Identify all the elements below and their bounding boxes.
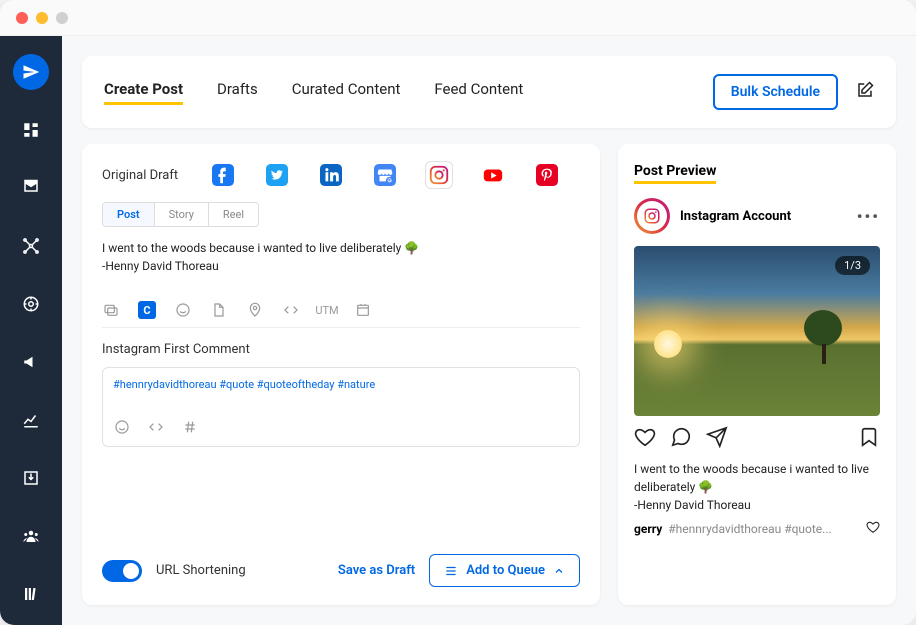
nav-inbox-icon[interactable] (13, 460, 49, 496)
nav-team-icon[interactable] (13, 518, 49, 554)
comment-text: #hennrydavidthoreau #quote... (668, 522, 860, 536)
tree-graphic (804, 310, 844, 360)
instagram-icon[interactable] (426, 162, 452, 188)
sun-graphic (654, 330, 682, 358)
linkedin-icon[interactable] (318, 162, 344, 188)
document-icon[interactable] (210, 301, 228, 319)
post-type-reel[interactable]: Reel (209, 203, 258, 226)
post-type-story[interactable]: Story (155, 203, 209, 226)
tab-curated-content[interactable]: Curated Content (292, 80, 401, 105)
emoji-icon[interactable] (174, 301, 192, 319)
canva-icon[interactable]: C (138, 301, 156, 319)
preview-title: Post Preview (634, 163, 716, 184)
post-type-tabs: Post Story Reel (102, 202, 259, 227)
calendar-icon[interactable] (354, 301, 372, 319)
nav-network-icon[interactable] (13, 228, 49, 264)
add-to-queue-label: Add to Queue (466, 563, 545, 578)
twitter-icon[interactable] (264, 162, 290, 188)
bulk-schedule-button[interactable]: Bulk Schedule (713, 74, 838, 110)
window-titlebar (0, 0, 916, 36)
gmb-icon[interactable] (372, 162, 398, 188)
like-icon[interactable] (634, 426, 656, 452)
post-type-post[interactable]: Post (103, 203, 155, 226)
sidebar (0, 36, 62, 625)
platform-label: Original Draft (102, 168, 178, 183)
nav-support-icon[interactable] (13, 286, 49, 322)
instagram-avatar (634, 198, 670, 234)
nav-analytics-icon[interactable] (13, 402, 49, 438)
nav-campaigns-icon[interactable] (13, 170, 49, 206)
post-text-input[interactable] (102, 233, 580, 293)
comment-like-icon[interactable] (866, 520, 880, 537)
nav-compose-icon[interactable] (13, 54, 49, 90)
close-window-icon[interactable] (16, 12, 28, 24)
youtube-icon[interactable] (480, 162, 506, 188)
code-icon[interactable] (282, 301, 300, 319)
nav-megaphone-icon[interactable] (13, 344, 49, 380)
facebook-icon[interactable] (210, 162, 236, 188)
tab-feed-content[interactable]: Feed Content (434, 80, 523, 105)
more-icon[interactable]: ••• (857, 207, 880, 226)
tab-drafts[interactable]: Drafts (217, 80, 258, 105)
account-name: Instagram Account (680, 209, 847, 224)
comment-emoji-icon[interactable] (113, 418, 131, 436)
save-icon[interactable] (858, 426, 880, 452)
preview-caption: I went to the woods because i wanted to … (634, 460, 880, 514)
list-icon (444, 564, 458, 578)
hashtags-text: #hennrydavidthoreau #quote #quoteoftheda… (113, 378, 569, 391)
nav-dashboard-icon[interactable] (13, 112, 49, 148)
media-icon[interactable] (102, 301, 120, 319)
minimize-window-icon[interactable] (36, 12, 48, 24)
comment-hashtag-icon[interactable] (181, 418, 199, 436)
url-shortening-label: URL Shortening (156, 563, 324, 578)
first-comment-input[interactable]: #hennrydavidthoreau #quote #quoteoftheda… (102, 367, 580, 447)
post-editor: Original Draft Post Story Reel (82, 144, 600, 605)
maximize-window-icon[interactable] (56, 12, 68, 24)
carousel-counter: 1/3 (835, 256, 870, 275)
location-icon[interactable] (246, 301, 264, 319)
topbar: Create Post Drafts Curated Content Feed … (82, 56, 896, 128)
save-draft-button[interactable]: Save as Draft (338, 563, 415, 578)
post-preview-panel: Post Preview Instagram Account ••• 1/3 (618, 144, 896, 605)
nav-library-icon[interactable] (13, 576, 49, 612)
utm-icon[interactable]: UTM (318, 301, 336, 319)
tab-create-post[interactable]: Create Post (104, 80, 183, 105)
share-icon[interactable] (706, 426, 728, 452)
first-comment-heading: Instagram First Comment (102, 342, 580, 357)
comment-user: gerry (634, 522, 662, 536)
add-to-queue-button[interactable]: Add to Queue (429, 554, 580, 587)
comment-icon[interactable] (670, 426, 692, 452)
comment-code-icon[interactable] (147, 418, 165, 436)
chevron-up-icon (553, 565, 565, 577)
url-shortening-toggle[interactable] (102, 560, 142, 582)
preview-image: 1/3 (634, 246, 880, 416)
pinterest-icon[interactable] (534, 162, 560, 188)
edit-icon[interactable] (856, 81, 874, 103)
